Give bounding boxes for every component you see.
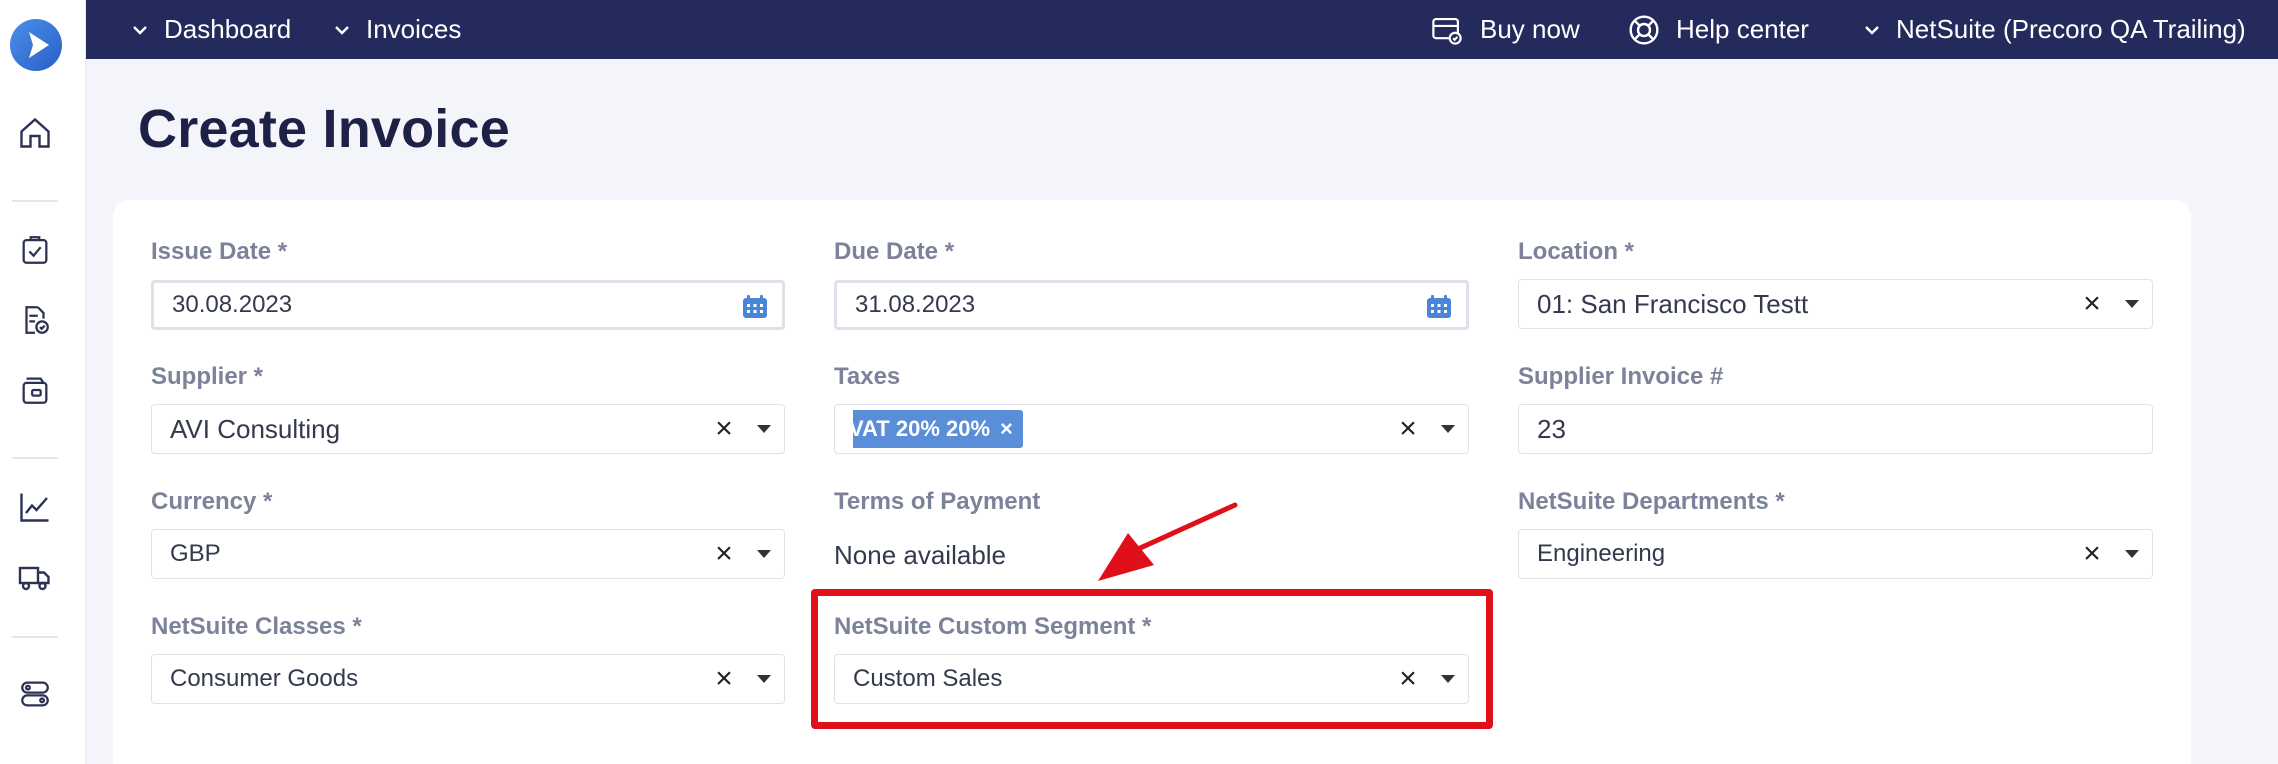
- calendar-icon[interactable]: [1426, 295, 1452, 319]
- supplier-invoice-label: Supplier Invoice #: [1518, 363, 1724, 390]
- taxes-select[interactable]: VAT 20% 20% × ×: [834, 404, 1469, 454]
- location-select[interactable]: 01: San Francisco Testt ×: [1518, 279, 2153, 329]
- clear-icon[interactable]: ×: [2072, 539, 2112, 569]
- card-icon: [1432, 17, 1462, 45]
- issue-date-value: 30.08.2023: [172, 291, 293, 318]
- tag-remove-icon[interactable]: ×: [1000, 416, 1013, 442]
- buy-now-label: Buy now: [1480, 14, 1580, 44]
- company-name: NetSuite (Precoro QA Trailing): [1896, 14, 2246, 44]
- lifebuoy-icon: [1629, 14, 1659, 45]
- company-switcher[interactable]: NetSuite (Precoro QA Trailing): [1864, 0, 2246, 59]
- select-controls: ×: [1388, 405, 1468, 453]
- settings-toggle-icon[interactable]: [15, 674, 55, 714]
- taxes-tags: VAT 20% 20% ×: [853, 410, 1468, 448]
- issue-date-label: Issue Date *: [151, 238, 288, 265]
- calendar-icon[interactable]: [742, 295, 768, 319]
- help-center-button[interactable]: Help center: [1628, 0, 1809, 59]
- caret-down-icon[interactable]: [744, 424, 784, 434]
- clear-icon[interactable]: ×: [704, 414, 744, 444]
- supplier-invoice-input[interactable]: 23: [1518, 404, 2153, 454]
- classes-label: NetSuite Classes *: [151, 613, 362, 640]
- due-date-value: 31.08.2023: [855, 291, 976, 318]
- nav-invoices-label: Invoices: [366, 14, 462, 44]
- highlight-annotation-box: [811, 589, 1493, 729]
- departments-label: NetSuite Departments *: [1518, 488, 1785, 515]
- due-date-input[interactable]: 31.08.2023: [834, 280, 1469, 330]
- purchase-orders-icon[interactable]: [15, 230, 55, 270]
- sidebar-divider: [12, 636, 58, 638]
- caret-down-icon[interactable]: [2112, 299, 2152, 309]
- sidebar: [0, 0, 86, 764]
- nav-dashboard[interactable]: Dashboard: [132, 0, 291, 59]
- analytics-icon[interactable]: [15, 487, 55, 527]
- annotation-arrow-icon: [1098, 502, 1238, 581]
- supplier-select[interactable]: AVI Consulting ×: [151, 404, 785, 454]
- budget-icon[interactable]: [15, 370, 55, 410]
- caret-down-icon[interactable]: [744, 549, 784, 559]
- chevron-down-icon: [335, 25, 349, 35]
- supplier-value: AVI Consulting: [170, 413, 341, 444]
- classes-select[interactable]: Consumer Goods ×: [151, 654, 785, 704]
- page-title: Create Invoice: [138, 99, 510, 159]
- help-center-label: Help center: [1676, 14, 1809, 44]
- caret-down-icon[interactable]: [2112, 549, 2152, 559]
- currency-select[interactable]: GBP ×: [151, 529, 785, 579]
- clear-icon[interactable]: ×: [704, 664, 744, 694]
- home-icon[interactable]: [15, 113, 55, 153]
- location-value: 01: San Francisco Testt: [1537, 288, 1809, 319]
- currency-label: Currency *: [151, 488, 273, 515]
- sidebar-divider: [12, 200, 58, 202]
- classes-value: Consumer Goods: [170, 665, 359, 692]
- currency-value: GBP: [170, 540, 221, 567]
- clear-icon[interactable]: ×: [2072, 289, 2112, 319]
- clear-icon[interactable]: ×: [1388, 414, 1428, 444]
- issue-date-input[interactable]: 30.08.2023: [151, 280, 785, 330]
- caret-down-icon[interactable]: [1428, 424, 1468, 434]
- tax-tag: VAT 20% 20% ×: [853, 410, 1023, 448]
- departments-value: Engineering: [1537, 540, 1666, 567]
- chevron-down-icon: [1865, 25, 1879, 35]
- supplier-invoice-value: 23: [1537, 413, 1566, 444]
- supplier-label: Supplier *: [151, 363, 264, 390]
- due-date-label: Due Date *: [834, 238, 955, 265]
- select-controls: ×: [2072, 280, 2152, 328]
- select-controls: ×: [704, 530, 784, 578]
- select-controls: ×: [704, 655, 784, 703]
- terms-label: Terms of Payment: [834, 488, 1041, 515]
- chevron-down-icon: [133, 25, 147, 35]
- departments-select[interactable]: Engineering ×: [1518, 529, 2153, 579]
- invoice-approval-icon[interactable]: [15, 300, 55, 340]
- taxes-label: Taxes: [834, 363, 901, 390]
- select-controls: ×: [2072, 530, 2152, 578]
- nav-dashboard-label: Dashboard: [164, 14, 292, 44]
- terms-value: None available: [834, 540, 1007, 570]
- clear-icon[interactable]: ×: [704, 539, 744, 569]
- nav-invoices[interactable]: Invoices: [334, 0, 461, 59]
- delivery-truck-icon[interactable]: [15, 557, 55, 597]
- app-logo[interactable]: [9, 18, 63, 72]
- location-label: Location *: [1518, 238, 1635, 265]
- select-controls: ×: [704, 405, 784, 453]
- sidebar-divider: [12, 457, 58, 459]
- top-bar: Dashboard Invoices Buy now Help center N…: [86, 0, 2278, 59]
- caret-down-icon[interactable]: [744, 674, 784, 684]
- buy-now-button[interactable]: Buy now: [1430, 0, 1580, 59]
- tax-tag-label: VAT 20% 20%: [853, 416, 991, 441]
